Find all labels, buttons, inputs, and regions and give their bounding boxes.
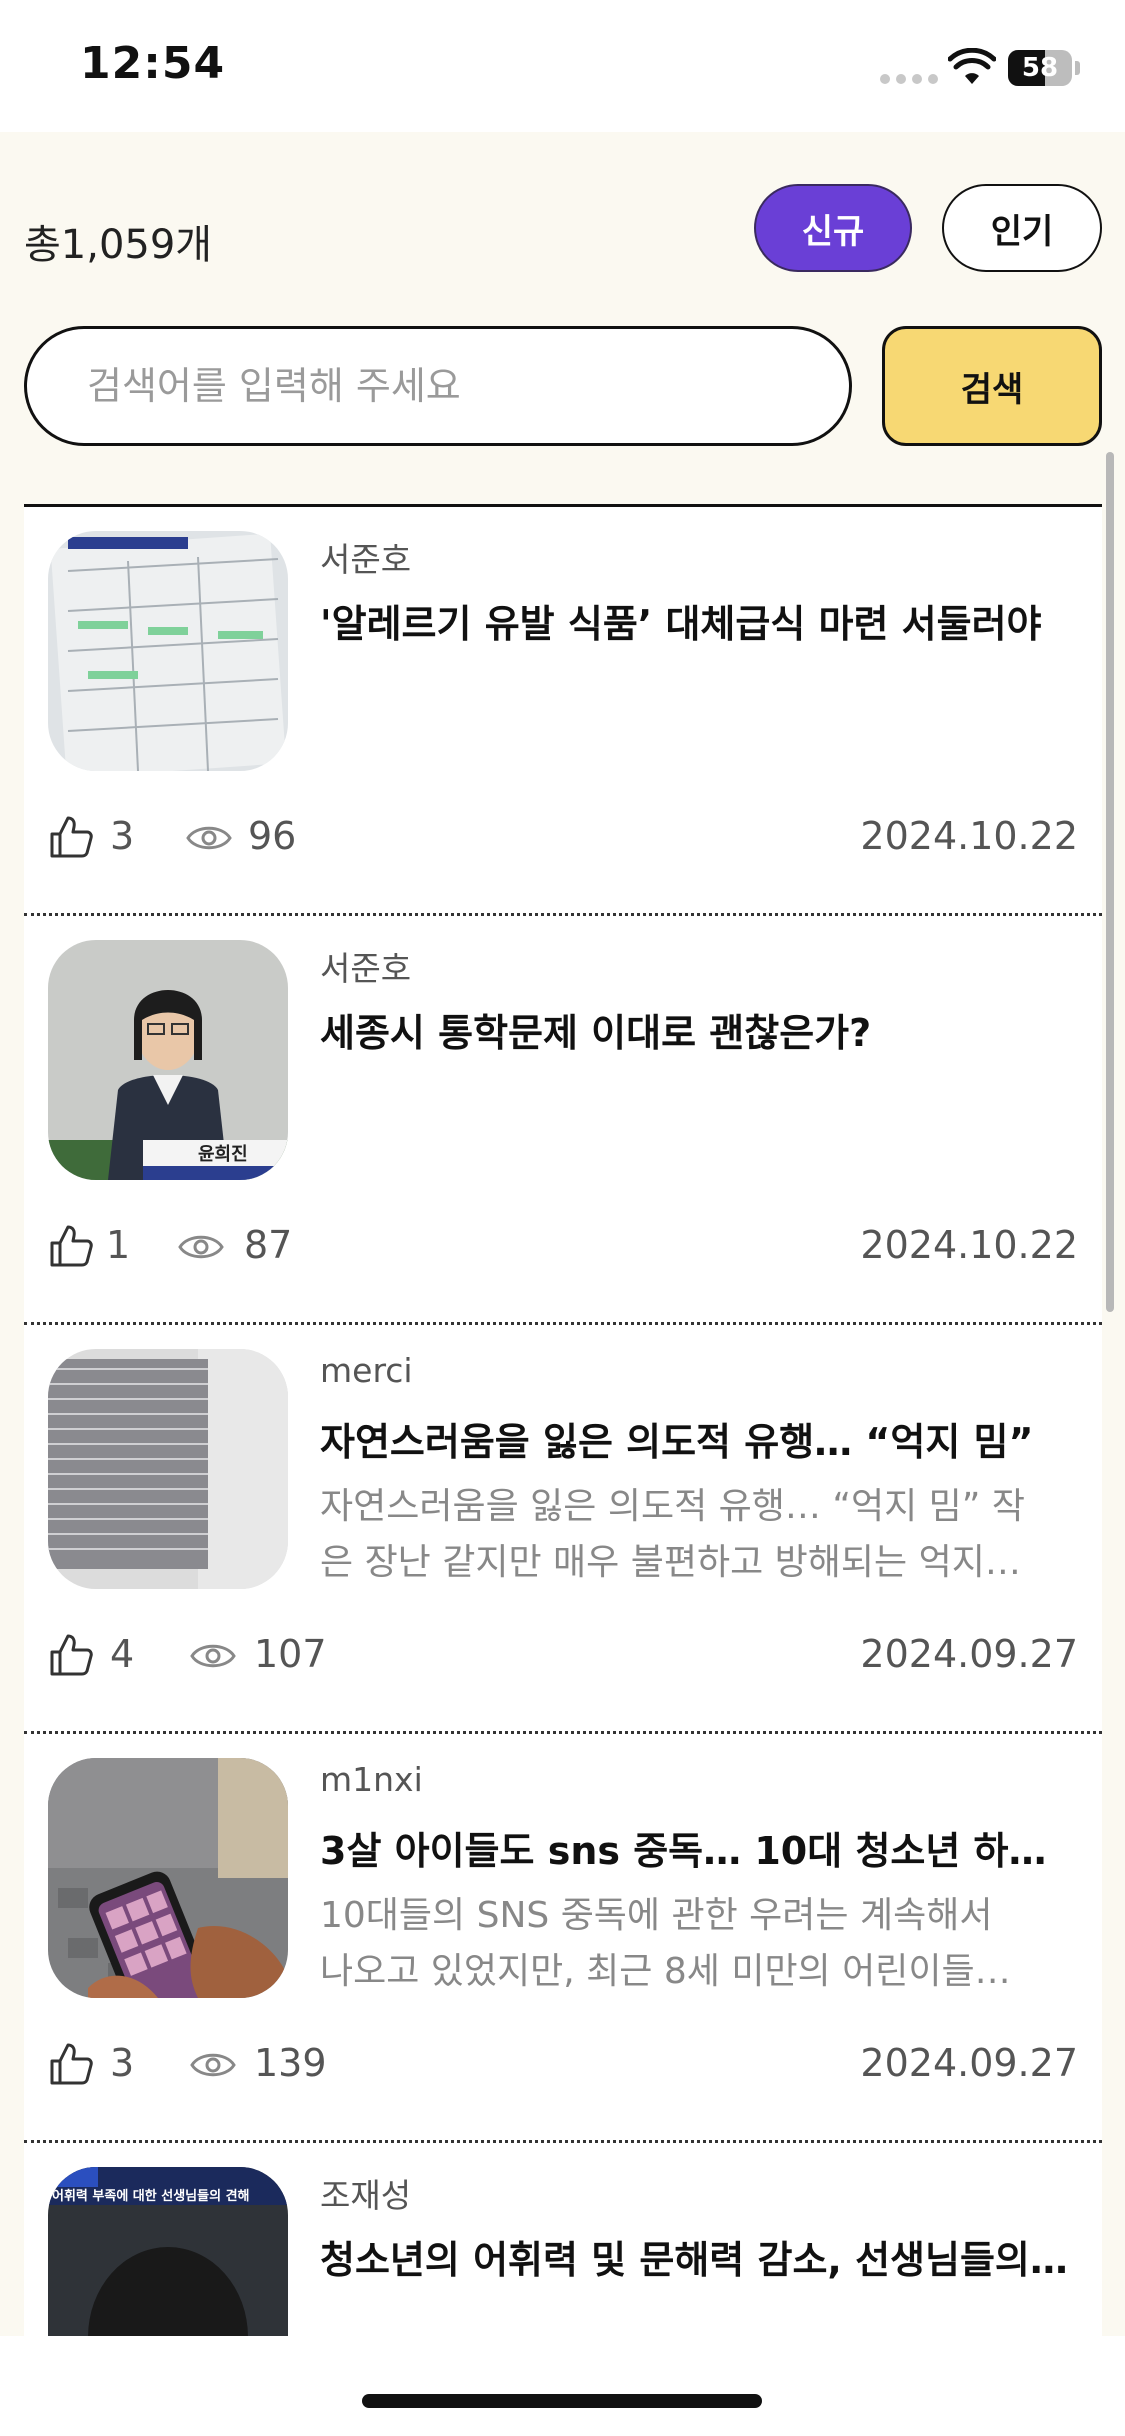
article-summary: 10대들의 SNS 중독에 관한 우려는 계속해서 나오고 있었지만, 최근 8… — [320, 1888, 1080, 2000]
article-summary: 자연스러움을 잃은 의도적 유행… “억지 밈” 작 은 장난 같지만 매우 불… — [320, 1479, 1080, 1591]
wifi-icon — [948, 48, 996, 84]
article-card[interactable]: 윤희진 서준호 세종시 통학문제 이대로 괜찮은가? 1 87 2024.10.… — [24, 916, 1102, 1325]
article-thumbnail: 윤희진 — [48, 940, 288, 1180]
like-count: 4 — [110, 1632, 135, 1676]
home-indicator[interactable] — [362, 2394, 762, 2408]
like-count: 1 — [106, 1223, 131, 1267]
status-bar: 12:54 58 — [0, 0, 1125, 132]
article-thumbnail — [48, 1758, 288, 1998]
article-meta: 1 87 2024.10.22 — [48, 1221, 1078, 1271]
eye-icon — [178, 1235, 224, 1259]
search-input[interactable] — [24, 326, 852, 446]
thumbs-up-icon[interactable] — [48, 1632, 94, 1678]
article-title[interactable]: 청소년의 어휘력 및 문해력 감소, 선생님들의… — [320, 2229, 1080, 2284]
article-date: 2024.10.22 — [860, 814, 1078, 858]
article-title[interactable]: 3살 아이들도 sns 중독… 10대 청소년 하루 … — [320, 1820, 1080, 1875]
article-card[interactable]: 어휘력 부족에 대한 선생님들의 견해 조재성 청소년의 어휘력 및 문해력 감… — [24, 2143, 1102, 2336]
article-list: 서준호 '알레르기 유발 식품’ 대체급식 마련 서둘러야 3 96 2024.… — [24, 507, 1102, 2336]
article-meta: 4 107 2024.09.27 — [48, 1630, 1078, 1680]
article-title[interactable]: '알레르기 유발 식품’ 대체급식 마련 서둘러야 — [320, 593, 1080, 648]
search-button[interactable]: 검색 — [882, 326, 1102, 446]
article-card[interactable]: merci 자연스러움을 잃은 의도적 유행… “억지 밈” 자연스러움을 잃은… — [24, 1325, 1102, 1734]
article-thumbnail — [48, 531, 288, 771]
article-meta: 3 96 2024.10.22 — [48, 812, 1078, 862]
article-title[interactable]: 자연스러움을 잃은 의도적 유행… “억지 밈” — [320, 1411, 1080, 1466]
like-count: 3 — [110, 814, 135, 858]
article-title[interactable]: 세종시 통학문제 이대로 괜찮은가? — [320, 1002, 1080, 1057]
article-author: 서준호 — [320, 540, 412, 579]
status-time: 12:54 — [80, 38, 226, 89]
article-summary-line: 은 장난 같지만 매우 불편하고 방해되는 억지… — [320, 1542, 1021, 1583]
eye-icon — [190, 2053, 236, 2077]
battery-percent: 58 — [1021, 53, 1059, 83]
battery-tip — [1075, 61, 1080, 75]
like-count: 3 — [110, 2041, 135, 2085]
article-summary-line: 나오고 있었지만, 최근 8세 미만의 어린이들… — [320, 1951, 1011, 1992]
article-date: 2024.09.27 — [860, 1632, 1078, 1676]
view-count: 139 — [254, 2041, 327, 2085]
article-thumbnail — [48, 1349, 288, 1589]
article-thumbnail: 어휘력 부족에 대한 선생님들의 견해 — [48, 2167, 288, 2336]
article-author: 조재성 — [320, 2176, 412, 2215]
eye-icon — [190, 1644, 236, 1668]
cellular-signal-icon — [880, 74, 938, 84]
article-summary-line: 10대들의 SNS 중독에 관한 우려는 계속해서 — [320, 1895, 993, 1936]
view-count: 96 — [248, 814, 297, 858]
article-author: merci — [320, 1351, 413, 1390]
view-count: 87 — [244, 1223, 293, 1267]
article-author: m1nxi — [320, 1760, 423, 1799]
article-meta: 3 139 2024.09.27 — [48, 2039, 1078, 2089]
total-count: 총1,059개 — [24, 222, 213, 268]
view-count: 107 — [254, 1632, 327, 1676]
sort-popular-button[interactable]: 인기 — [942, 184, 1102, 272]
main-content: 총1,059개 신규 인기 검색어를 입력해 주세요 검색 서준호 '알레르기 … — [0, 132, 1125, 2336]
article-summary-line: 자연스러움을 잃은 의도적 유행… “억지 밈” 작 — [320, 1486, 1026, 1527]
article-card[interactable]: m1nxi 3살 아이들도 sns 중독… 10대 청소년 하루 … 10대들의… — [24, 1734, 1102, 2143]
thumbs-up-icon[interactable] — [48, 1223, 94, 1269]
article-card[interactable]: 서준호 '알레르기 유발 식품’ 대체급식 마련 서둘러야 3 96 2024.… — [24, 507, 1102, 916]
thumbs-up-icon[interactable] — [48, 814, 94, 860]
battery-icon: 58 — [1008, 50, 1072, 86]
home-bar — [0, 2336, 1125, 2436]
article-date: 2024.09.27 — [860, 2041, 1078, 2085]
eye-icon — [186, 826, 232, 850]
sort-new-button[interactable]: 신규 — [754, 184, 912, 272]
thumbnail-caption: 윤희진 — [198, 1144, 248, 1165]
article-date: 2024.10.22 — [860, 1223, 1078, 1267]
scrollbar[interactable] — [1106, 452, 1114, 1312]
thumbs-up-icon[interactable] — [48, 2041, 94, 2087]
article-author: 서준호 — [320, 949, 412, 988]
thumbnail-overlay-text: 어휘력 부족에 대한 선생님들의 견해 — [52, 2189, 250, 2204]
